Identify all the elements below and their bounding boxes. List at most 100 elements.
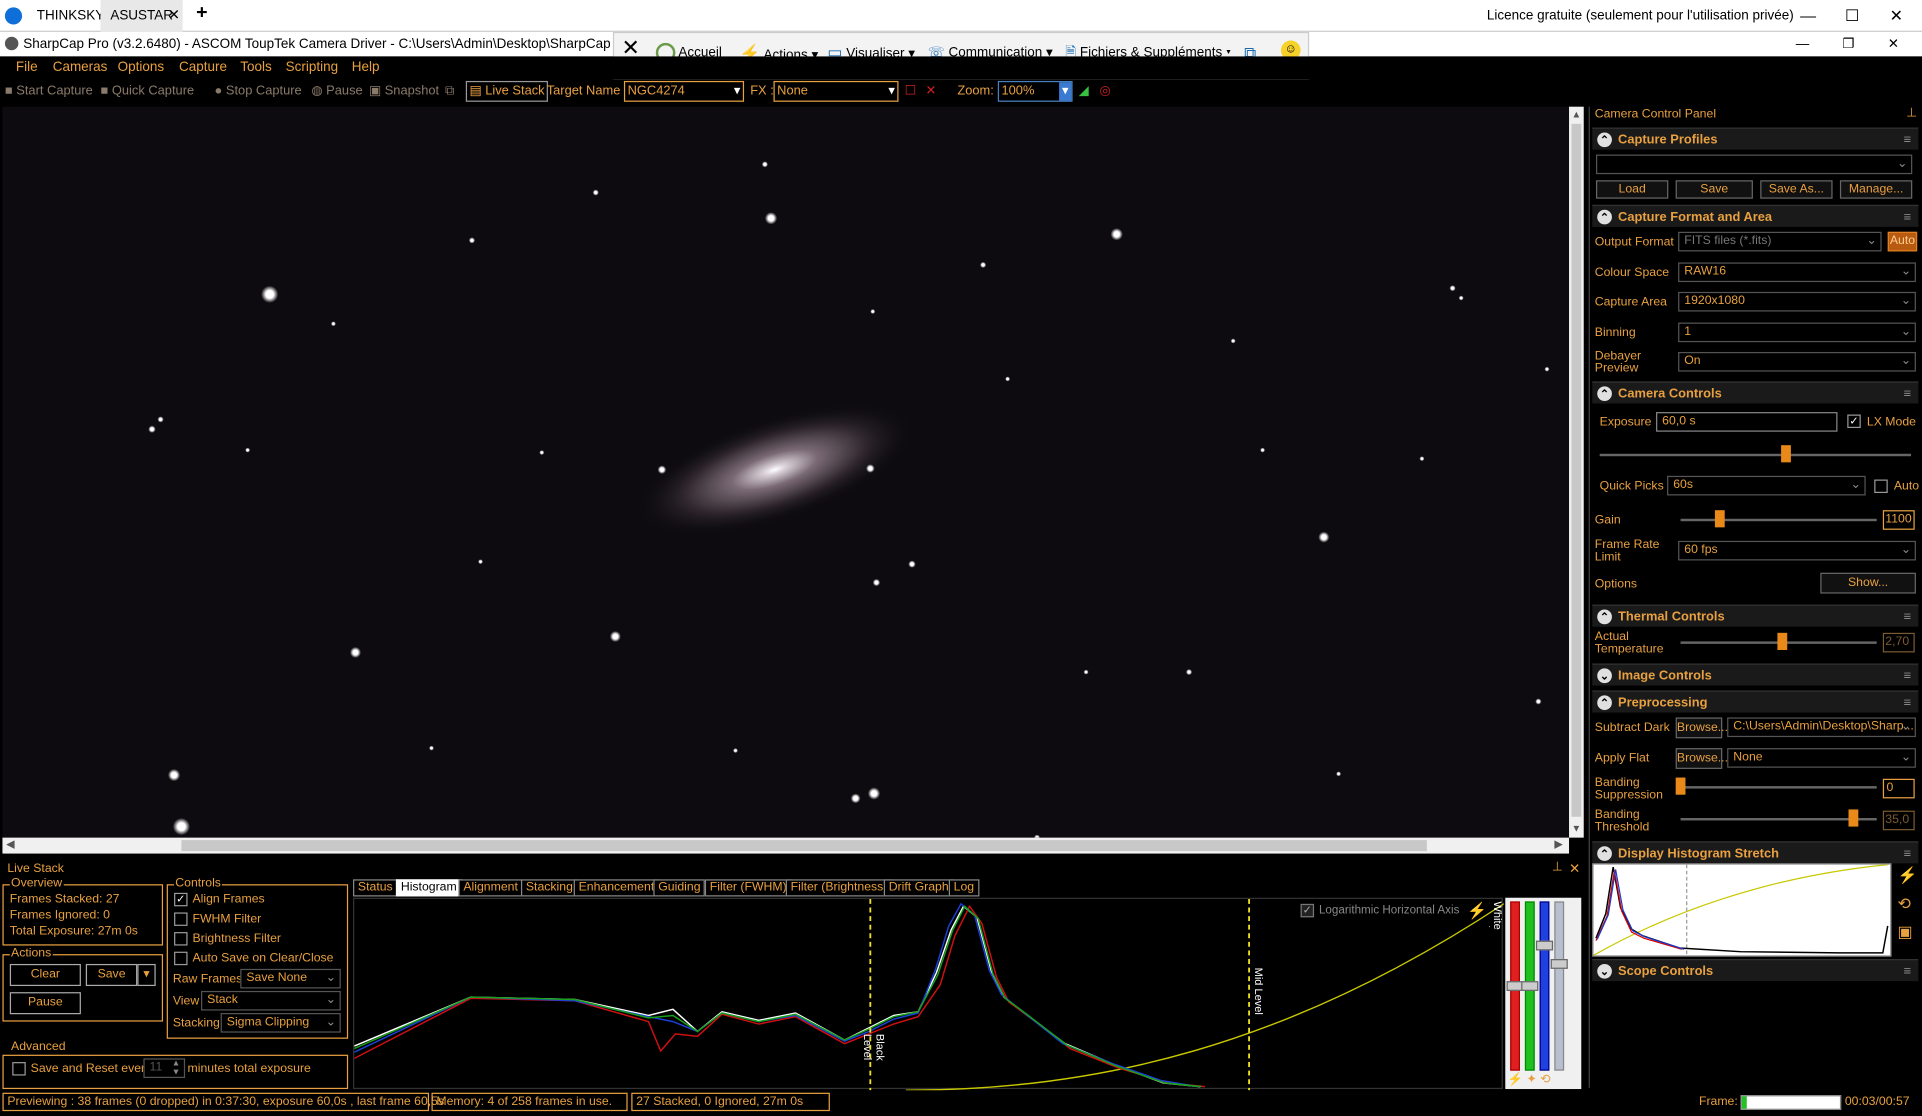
- vertical-scroll-thumb[interactable]: [1571, 123, 1582, 817]
- colour-space-select[interactable]: RAW16 ⌄: [1678, 262, 1916, 283]
- menu-tools[interactable]: Tools: [240, 60, 271, 75]
- pause-button[interactable]: ◍ Pause: [311, 83, 362, 98]
- vertical-scrollbar[interactable]: ▲ ▼: [1569, 106, 1584, 838]
- target-name-input[interactable]: NGC4274 ▾: [623, 80, 745, 102]
- pin-icon[interactable]: ⊥: [1906, 107, 1917, 120]
- menu-lines-icon[interactable]: ≡: [1903, 129, 1911, 151]
- menu-cameras[interactable]: Cameras: [53, 60, 108, 75]
- horizontal-scrollbar[interactable]: ◀ ▶: [2, 837, 1570, 854]
- menu-file[interactable]: File: [16, 60, 38, 75]
- tab-stacking[interactable]: Stacking: [520, 879, 578, 897]
- section-histogram-stretch[interactable]: ⌃ Display Histogram Stretch ≡: [1592, 841, 1919, 865]
- scroll-right-icon[interactable]: ▶: [1554, 838, 1562, 851]
- lx-mode-checkbox[interactable]: ✓: [1847, 414, 1861, 429]
- histogram-icon[interactable]: ◢: [1079, 83, 1089, 98]
- red-cross-icon[interactable]: ✕: [925, 83, 936, 98]
- gain-input[interactable]: 1100: [1882, 510, 1915, 530]
- menu-options[interactable]: Options: [118, 60, 164, 75]
- capture-area-select[interactable]: 1920x1080 ⌄: [1678, 291, 1916, 312]
- save-stretch-icon[interactable]: ▣: [1898, 922, 1913, 942]
- pin-icon[interactable]: ⊥: [1552, 861, 1563, 874]
- tab-filter-fwhm[interactable]: Filter (FWHM): [704, 879, 792, 897]
- maximize-icon[interactable]: ☐: [1831, 0, 1873, 32]
- settings-icon[interactable]: ⧉: [445, 83, 454, 99]
- menu-lines-icon[interactable]: ≡: [1903, 843, 1911, 865]
- add-tab-icon[interactable]: +: [196, 2, 207, 24]
- menu-capture[interactable]: Capture: [179, 60, 227, 75]
- luminance-level-slider[interactable]: [1554, 901, 1565, 1071]
- pause-stack-button[interactable]: Pause: [9, 992, 81, 1015]
- browse-flat-button[interactable]: Browse...: [1675, 748, 1728, 769]
- tab-guiding[interactable]: Guiding: [653, 879, 706, 897]
- save-reset-checkbox[interactable]: [12, 1062, 26, 1076]
- tab-filter-brightness[interactable]: Filter (Brightness): [785, 879, 893, 897]
- green-slider-thumb[interactable]: [1521, 981, 1539, 991]
- app-minimize-icon[interactable]: —: [1796, 32, 1809, 57]
- raw-frames-select[interactable]: Save None ⌄: [240, 968, 341, 989]
- preview-image[interactable]: [2, 106, 1570, 838]
- browse-dark-button[interactable]: Browse...: [1675, 717, 1728, 739]
- menu-lines-icon[interactable]: ≡: [1903, 960, 1911, 982]
- close-live-stack-icon[interactable]: ✕: [1569, 861, 1580, 877]
- mini-histogram[interactable]: [1592, 863, 1892, 957]
- tab-alignment[interactable]: Alignment: [458, 879, 523, 897]
- save-as-profile-button[interactable]: Save As...: [1760, 180, 1833, 199]
- align-frames-checkbox[interactable]: ✓: [174, 892, 188, 907]
- quick-picks-select[interactable]: 60s ⌄: [1667, 475, 1866, 496]
- menu-lines-icon[interactable]: ≡: [1903, 692, 1911, 714]
- section-capture-format[interactable]: ⌃ Capture Format and Area ≡: [1592, 204, 1919, 227]
- exposure-slider-thumb[interactable]: [1781, 445, 1792, 463]
- menu-lines-icon[interactable]: ≡: [1903, 665, 1911, 687]
- blue-slider-thumb[interactable]: [1535, 940, 1554, 951]
- menu-help[interactable]: Help: [352, 60, 380, 75]
- section-capture-profiles[interactable]: ⌃ Capture Profiles ≡: [1592, 127, 1919, 151]
- section-preprocessing[interactable]: ⌃ Preprocessing ≡: [1592, 690, 1919, 714]
- level-tool-icons[interactable]: ⚡ ✦ ⟲: [1508, 1073, 1551, 1086]
- banding-suppression-input[interactable]: 0: [1882, 778, 1915, 799]
- tab-status[interactable]: Status: [353, 879, 398, 897]
- save-stack-button[interactable]: Save: [85, 963, 138, 987]
- scroll-left-icon[interactable]: ◀: [6, 838, 14, 851]
- scroll-down-icon[interactable]: ▼: [1571, 823, 1581, 834]
- flat-frame-select[interactable]: None ⌄: [1727, 748, 1916, 768]
- auto-exposure-checkbox[interactable]: [1874, 479, 1888, 494]
- save-profile-button[interactable]: Save: [1675, 180, 1753, 199]
- gain-slider[interactable]: [1680, 518, 1877, 522]
- banding-suppression-thumb[interactable]: [1675, 777, 1686, 795]
- reset-stretch-icon[interactable]: ⟲: [1898, 894, 1911, 914]
- load-profile-button[interactable]: Load: [1595, 180, 1669, 199]
- auto-stretch-icon[interactable]: ⚡: [1898, 866, 1918, 886]
- stop-capture-button[interactable]: ● Stop Capture: [215, 83, 302, 98]
- stack-histogram[interactable]: Black Level Mid Level White Level ✓ Loga…: [353, 897, 1504, 1092]
- stepper-arrows-icon[interactable]: ▲ ▼: [172, 1060, 181, 1077]
- section-thermal-controls[interactable]: ⌃ Thermal Controls ≡: [1592, 604, 1919, 628]
- banding-threshold-input[interactable]: 35,0: [1882, 810, 1915, 831]
- tab-log[interactable]: Log: [948, 879, 980, 897]
- exposure-slider[interactable]: [1599, 453, 1912, 457]
- stacking-select[interactable]: Sigma Clipping ⌄: [220, 1013, 341, 1033]
- app-close-icon[interactable]: ✕: [1888, 32, 1899, 57]
- app-restore-icon[interactable]: ❐: [1842, 32, 1854, 57]
- manage-profiles-button[interactable]: Manage...: [1839, 180, 1913, 199]
- banding-suppression-slider[interactable]: [1680, 786, 1877, 789]
- live-stack-button[interactable]: ▤ Live Stack: [465, 80, 549, 102]
- view-select[interactable]: Stack ⌄: [201, 990, 341, 1011]
- minimize-icon[interactable]: —: [1787, 0, 1829, 32]
- reticle-icon[interactable]: ◎: [1100, 83, 1111, 98]
- tab-histogram[interactable]: Histogram: [395, 879, 462, 897]
- frame-rate-select[interactable]: 60 fps ⌄: [1678, 540, 1916, 561]
- snapshot-button[interactable]: ▣ Snapshot: [369, 83, 439, 98]
- menu-lines-icon[interactable]: ≡: [1903, 606, 1911, 628]
- brightness-filter-checkbox[interactable]: [174, 932, 188, 946]
- section-image-controls[interactable]: ⌄ Image Controls ≡: [1592, 663, 1919, 687]
- profile-select[interactable]: ⌄: [1595, 154, 1913, 175]
- debayer-preview-select[interactable]: On ⌄: [1678, 351, 1916, 372]
- tab-enhancement[interactable]: Enhancement: [573, 879, 660, 897]
- section-scope-controls[interactable]: ⌄ Scope Controls ≡: [1592, 959, 1919, 982]
- output-format-select[interactable]: FITS files (*.fits) ⌄: [1678, 231, 1882, 252]
- luminance-slider-thumb[interactable]: [1550, 959, 1568, 969]
- auto-save-checkbox[interactable]: [174, 951, 188, 966]
- menu-scripting[interactable]: Scripting: [286, 60, 338, 75]
- show-options-button[interactable]: Show...: [1820, 572, 1916, 594]
- horizontal-scroll-thumb[interactable]: [181, 840, 1427, 852]
